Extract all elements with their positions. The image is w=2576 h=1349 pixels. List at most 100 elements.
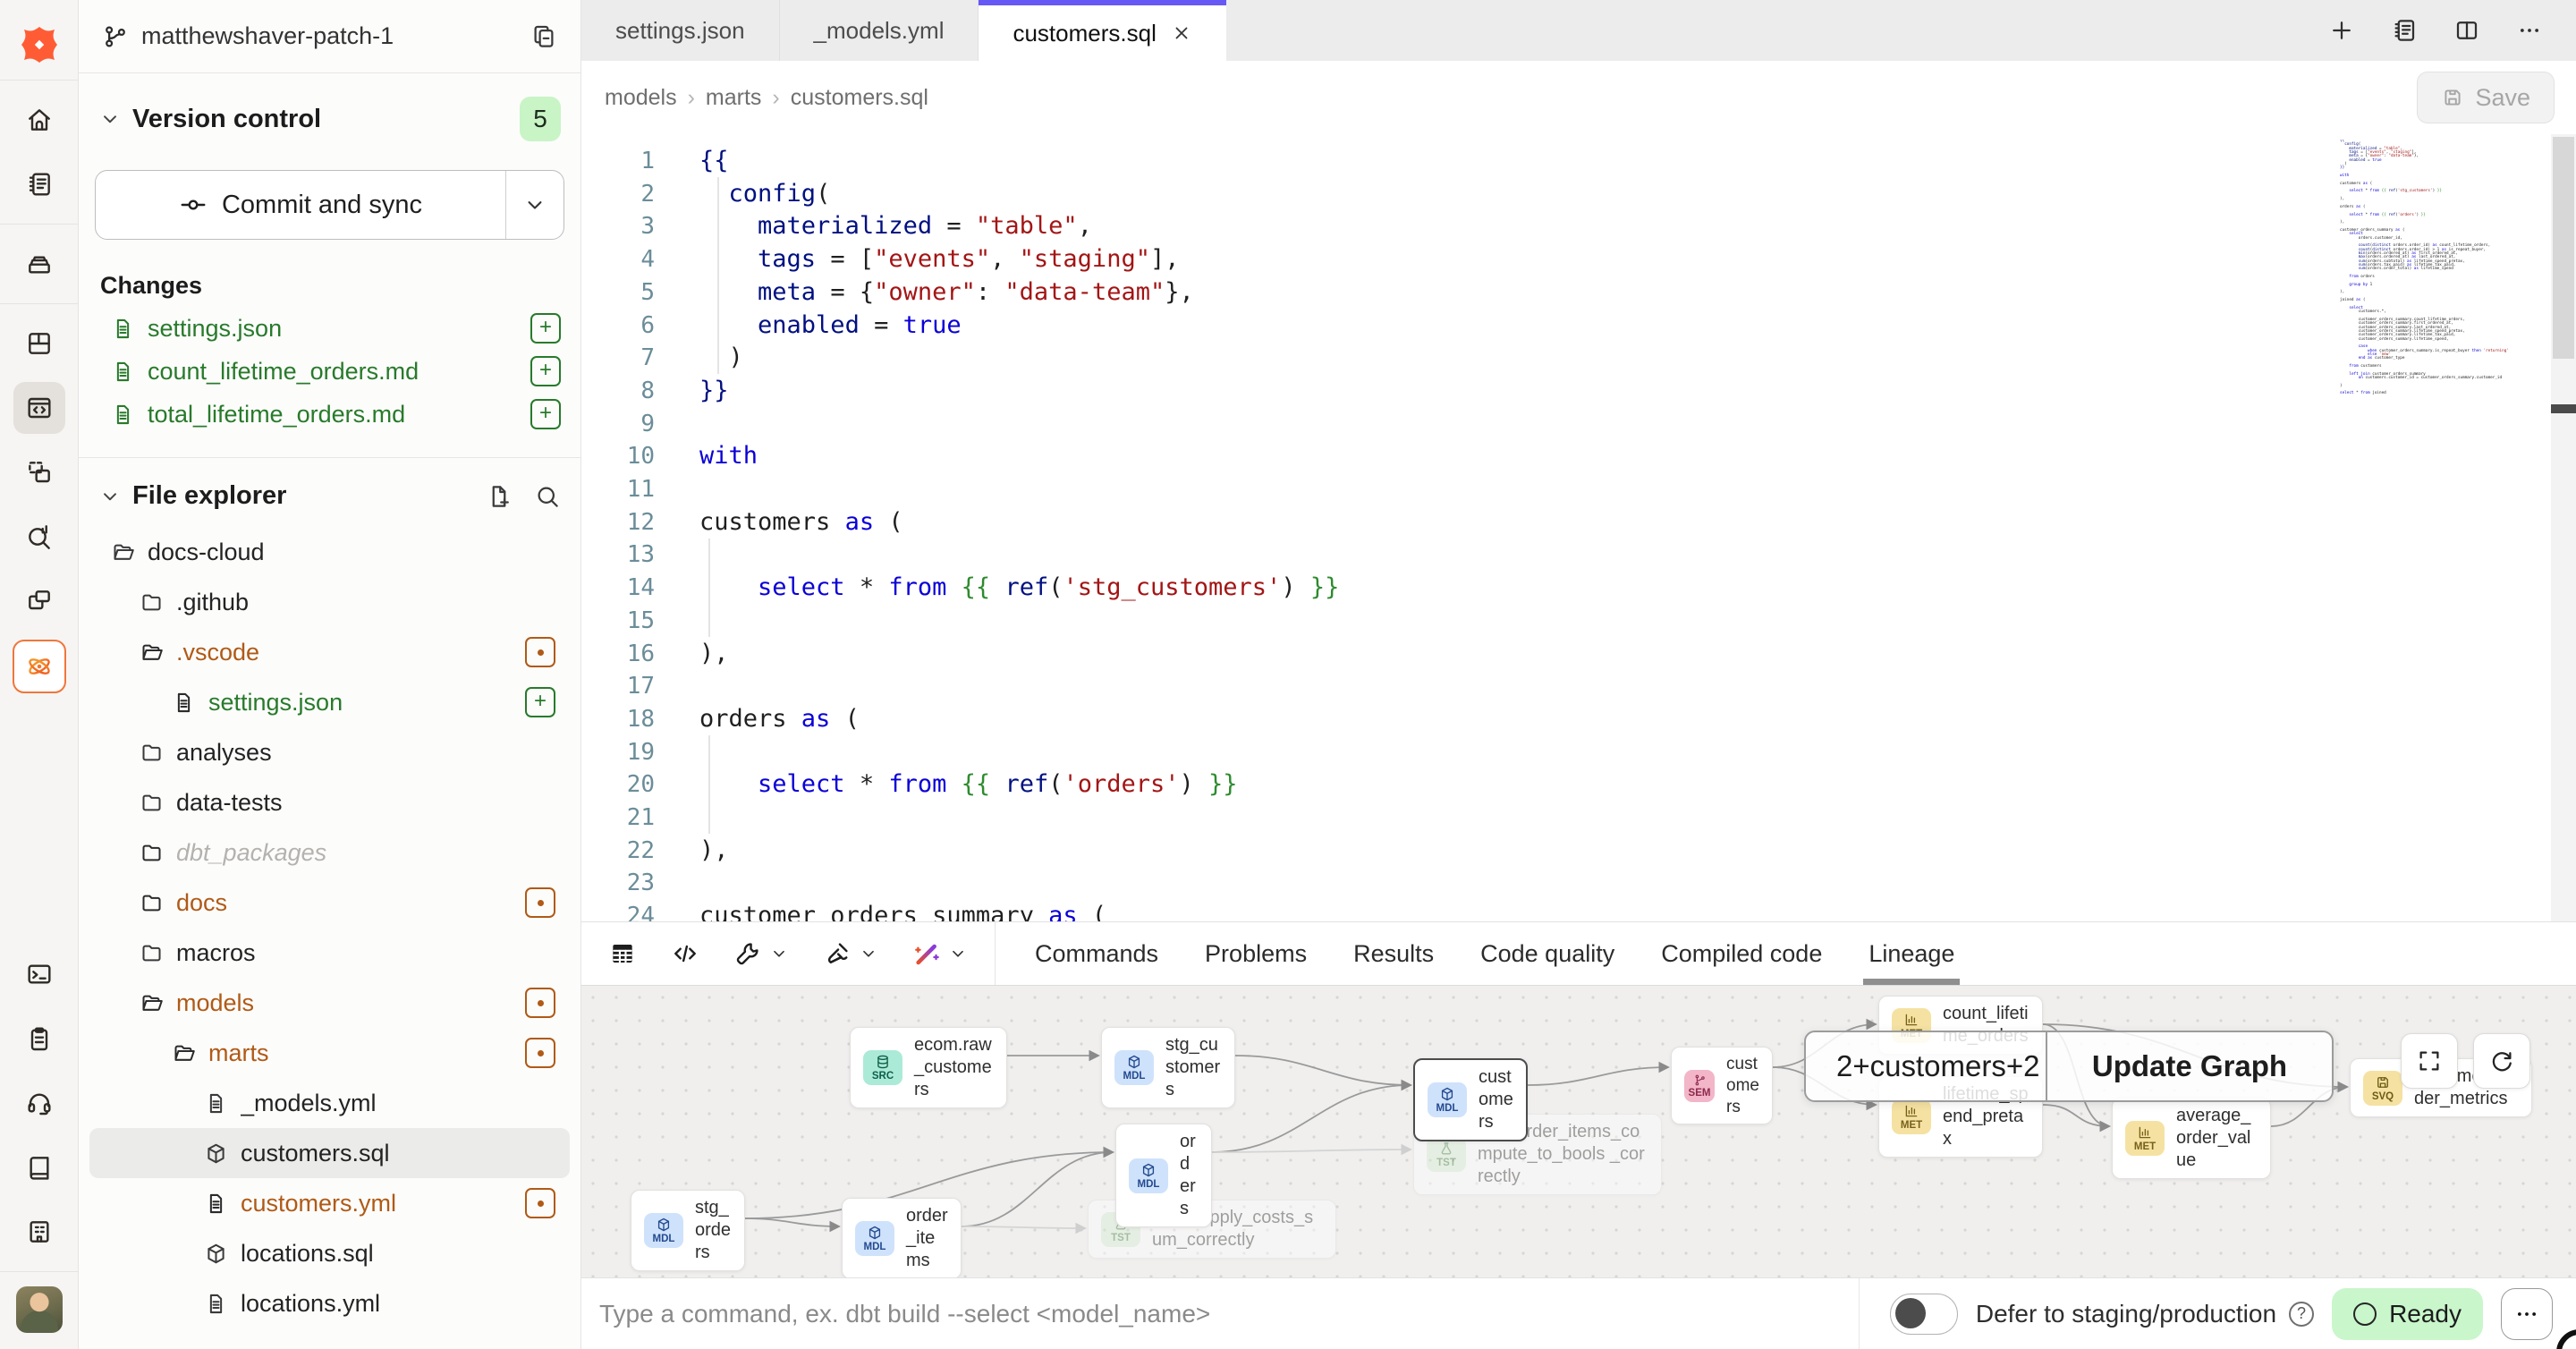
lineage-fullscreen-button[interactable] (2401, 1033, 2458, 1089)
search-icon[interactable] (534, 483, 561, 510)
panel-tool-broom[interactable] (823, 939, 878, 968)
tree-item-locations.yml[interactable]: locations.yml (89, 1278, 570, 1328)
change-item-total_lifetime_orders.md[interactable]: total_lifetime_orders.md+ (79, 393, 580, 436)
added-badge[interactable]: + (530, 356, 561, 386)
lineage-node-customers_model[interactable]: MDLcustomers (1413, 1058, 1528, 1141)
breadcrumb-part[interactable]: marts (706, 85, 762, 111)
tree-item-models[interactable]: models (89, 978, 570, 1028)
panel-tool-wand[interactable] (912, 939, 968, 968)
change-item-settings.json[interactable]: settings.json+ (79, 307, 580, 350)
chevron-down-icon[interactable] (948, 944, 968, 963)
tree-item-customers.sql[interactable]: customers.sql (89, 1128, 570, 1178)
tab-customers.sql[interactable]: customers.sql (979, 0, 1225, 61)
chevron-down-icon[interactable] (859, 944, 878, 963)
lineage-node-customers_sem[interactable]: SEMcustomers (1671, 1047, 1773, 1124)
lineage-selector-input[interactable]: 2+customers+2 (1806, 1032, 2046, 1100)
modified-badge[interactable] (525, 1188, 555, 1218)
rail-code-window-icon[interactable] (13, 382, 65, 434)
command-input[interactable]: Type a command, ex. dbt build --select <… (581, 1278, 1860, 1349)
breadcrumb-part[interactable]: customers.sql (791, 85, 928, 111)
lineage-canvas[interactable]: TSTtest_supply_costs_sum_correctlyTSTtes… (581, 986, 2576, 1277)
rail-grid-icon[interactable] (13, 318, 65, 369)
lineage-node-raw_customers[interactable]: SRCecom.raw_customers (850, 1027, 1007, 1108)
chevron-down-icon[interactable] (769, 944, 789, 963)
rail-notebook-icon[interactable] (13, 158, 65, 210)
modified-badge[interactable] (525, 887, 555, 918)
rail-building-icon[interactable] (13, 1206, 65, 1258)
close-icon[interactable] (1171, 22, 1192, 44)
defer-toggle[interactable] (1890, 1294, 1958, 1335)
tree-item-docs[interactable]: docs (89, 878, 570, 928)
rail-search-insights-icon[interactable] (13, 511, 65, 563)
lineage-node-average_order_value[interactable]: METaverage_order_value (2112, 1098, 2271, 1179)
added-badge[interactable]: + (525, 687, 555, 717)
save-button[interactable]: Save (2417, 72, 2555, 123)
plus-icon[interactable] (2322, 11, 2361, 50)
split-view-icon[interactable] (2447, 11, 2487, 50)
panel-tab-commands[interactable]: Commands (1035, 922, 1158, 985)
tree-item-data-tests[interactable]: data-tests (89, 777, 570, 827)
added-badge[interactable]: + (530, 313, 561, 344)
tree-item-settings.json[interactable]: settings.json+ (89, 677, 570, 727)
tab-settings.json[interactable]: settings.json (581, 0, 780, 61)
rail-docs-book-icon[interactable] (13, 1141, 65, 1193)
change-item-count_lifetime_orders.md[interactable]: count_lifetime_orders.md+ (79, 350, 580, 393)
notebook-icon[interactable] (2385, 11, 2424, 50)
panel-tab-lineage[interactable]: Lineage (1868, 922, 1954, 985)
rail-windows-icon[interactable] (13, 575, 65, 627)
tree-item-docs-cloud[interactable]: docs-cloud (89, 527, 570, 577)
panel-tool-wrench[interactable] (733, 939, 789, 968)
tree-item-marts[interactable]: marts (89, 1028, 570, 1078)
modified-badge[interactable] (525, 1038, 555, 1068)
new-file-icon[interactable] (486, 483, 513, 510)
added-badge[interactable]: + (530, 399, 561, 429)
rail-home-icon[interactable] (13, 94, 65, 146)
editor-scrollbar[interactable] (2551, 134, 2576, 921)
rail-terminal-icon[interactable] (13, 948, 65, 1000)
lineage-node-order_items[interactable]: MDLorder_items (842, 1198, 962, 1277)
help-icon[interactable]: ? (2289, 1302, 2314, 1327)
code-editor[interactable]: 123456789101112131415161718192021222324 … (581, 134, 2576, 921)
panel-tab-compiled-code[interactable]: Compiled code (1661, 922, 1822, 985)
tab-_models.yml[interactable]: _models.yml (780, 0, 979, 61)
panel-tab-code-quality[interactable]: Code quality (1480, 922, 1614, 985)
copy-diff-icon[interactable] (530, 23, 557, 50)
panel-tool-table-filled[interactable] (608, 939, 637, 968)
commit-and-sync-button[interactable]: Commit and sync (95, 170, 564, 240)
branch-selector[interactable]: matthewshaver-patch-1 (79, 0, 580, 73)
user-avatar[interactable] (16, 1286, 63, 1333)
chevron-down-icon[interactable] (98, 107, 122, 131)
lineage-node-stg_customers[interactable]: MDLstg_customers (1101, 1027, 1235, 1108)
tree-item-.github[interactable]: .github (89, 577, 570, 627)
modified-badge[interactable] (525, 988, 555, 1018)
rail-atom-icon[interactable] (13, 640, 66, 693)
ellipsis-icon[interactable] (2510, 11, 2549, 50)
rail-headset-icon[interactable] (13, 1077, 65, 1129)
rail-select-area-icon[interactable] (13, 446, 65, 498)
minimap[interactable]: {{ config( materialized = "table", tags … (2340, 140, 2544, 417)
tree-item-.vscode[interactable]: .vscode (89, 627, 570, 677)
tree-item-_models.yml[interactable]: _models.yml (89, 1078, 570, 1128)
more-options-button[interactable] (2501, 1288, 2553, 1340)
modified-badge[interactable] (525, 637, 555, 667)
scrollbar-thumb[interactable] (2553, 137, 2574, 359)
breadcrumb-part[interactable]: models (605, 85, 677, 111)
tree-item-locations.sql[interactable]: locations.sql (89, 1228, 570, 1278)
code-content[interactable]: {{ config( materialized = "table", tags … (699, 145, 2308, 921)
lineage-refresh-button[interactable] (2473, 1033, 2530, 1089)
commit-options-caret[interactable] (506, 171, 564, 239)
update-graph-button[interactable]: Update Graph (2047, 1032, 2332, 1100)
lineage-node-orders_model[interactable]: MDLorders (1115, 1124, 1212, 1227)
tree-item-macros[interactable]: macros (89, 928, 570, 978)
panel-tab-results[interactable]: Results (1353, 922, 1434, 985)
tree-item-analyses[interactable]: analyses (89, 727, 570, 777)
status-ready-button[interactable]: Ready (2332, 1288, 2483, 1340)
tree-item-customers.yml[interactable]: customers.yml (89, 1178, 570, 1228)
dbt-logo[interactable] (13, 19, 65, 71)
rail-clipboard-icon[interactable] (13, 1013, 65, 1065)
lineage-node-stg_orders[interactable]: MDLstg_orders (631, 1190, 745, 1271)
chevron-down-icon[interactable] (98, 485, 122, 508)
panel-tool-code-tag[interactable] (671, 939, 699, 968)
panel-tab-problems[interactable]: Problems (1205, 922, 1307, 985)
rail-archive-icon[interactable] (13, 238, 65, 290)
